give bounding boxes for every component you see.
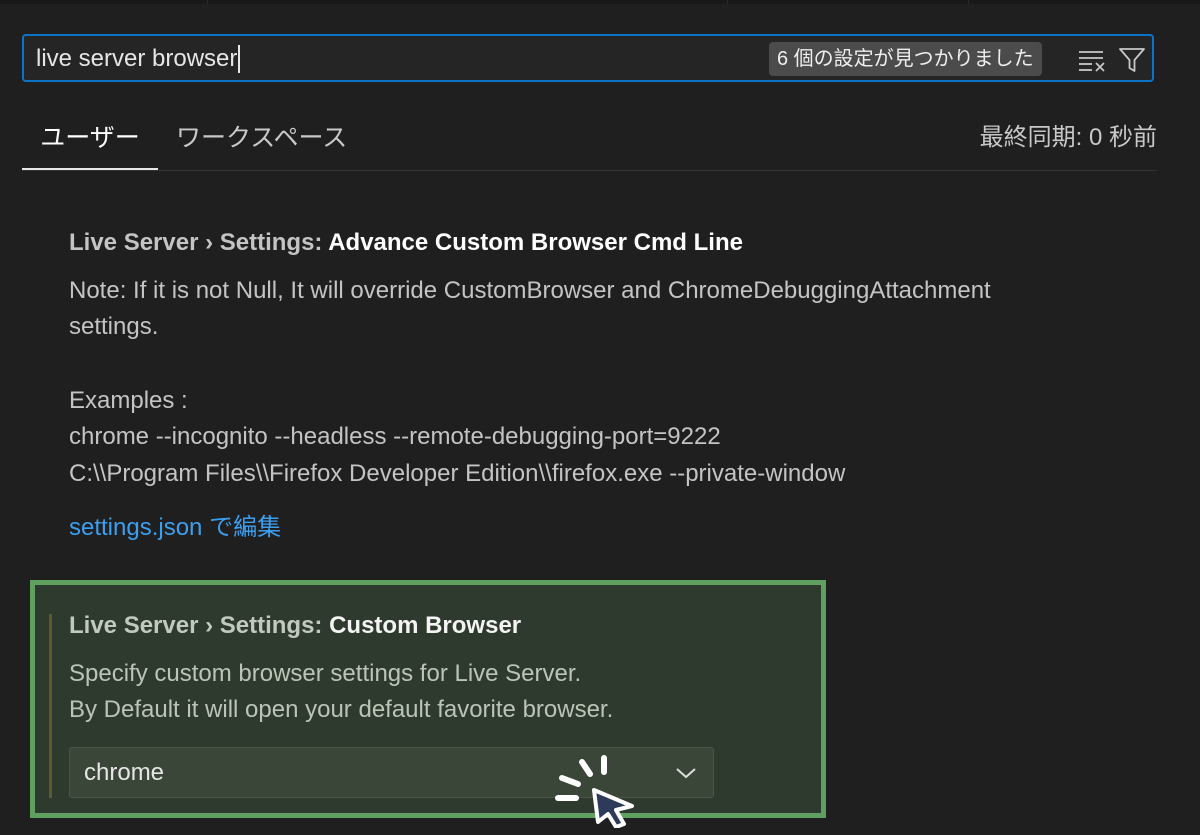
chevron-down-icon[interactable] <box>675 764 697 782</box>
tabs-divider <box>22 170 1157 171</box>
setting-description-line: settings. <box>69 313 159 340</box>
tab-separator <box>968 0 969 4</box>
setting-description-line: Note: If it is not Null, It will overrid… <box>69 277 991 304</box>
setting-title: Live Server › Settings: Advance Custom B… <box>69 228 743 258</box>
setting-description-line: chrome --incognito --headless --remote-d… <box>69 423 721 450</box>
select-value: chrome <box>84 759 165 786</box>
search-result-count-badge: 6 個の設定が見つかりました <box>769 42 1042 76</box>
search-query-text: live server browser <box>36 45 238 72</box>
setting-category: Live Server › Settings: <box>69 612 330 639</box>
settings-search-input[interactable]: live server browser <box>36 45 241 73</box>
tab-separator <box>207 0 208 4</box>
text-caret <box>238 45 241 73</box>
setting-modified-indicator <box>49 614 52 798</box>
last-sync-status: 最終同期: 0 秒前 <box>979 124 1157 151</box>
editor-tab-strip <box>0 0 1200 4</box>
setting-category: Live Server › Settings: <box>69 229 329 256</box>
setting-description-line: Specify custom browser settings for Live… <box>69 660 582 687</box>
settings-editor: live server browser 6 個の設定が見つかりました ユーザー … <box>0 0 1200 835</box>
setting-name: Advance Custom Browser Cmd Line <box>328 229 743 256</box>
tab-workspace-settings[interactable]: ワークスペース <box>176 118 347 168</box>
mouse-pointer-click-icon <box>555 755 634 828</box>
tab-user-settings[interactable]: ユーザー <box>22 118 158 168</box>
setting-description-line: Examples : <box>69 387 188 414</box>
settings-search-box[interactable]: live server browser 6 個の設定が見つかりました <box>22 34 1154 82</box>
tab-separator <box>727 0 728 4</box>
clear-filter-icon[interactable] <box>1077 48 1107 72</box>
setting-name: Custom Browser <box>329 612 522 639</box>
setting-description-line: C:\\Program Files\\Firefox Developer Edi… <box>69 460 846 487</box>
setting-description-line: By Default it will open your default fav… <box>69 696 614 723</box>
edit-in-settings-json-link[interactable]: settings.json で編集 <box>69 511 281 545</box>
setting-title: Live Server › Settings: Custom Browser <box>69 611 521 641</box>
filter-icon[interactable] <box>1118 46 1146 74</box>
